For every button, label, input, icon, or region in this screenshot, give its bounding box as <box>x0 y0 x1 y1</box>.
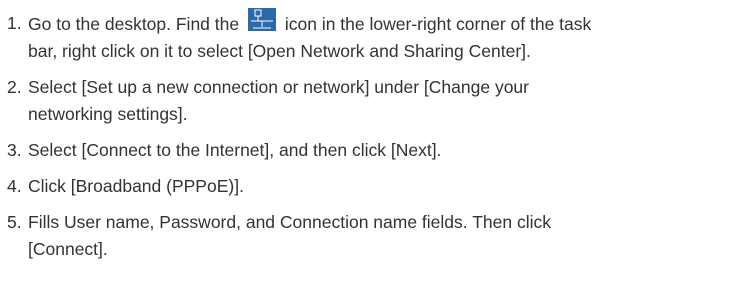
step-number: 5. <box>7 212 22 232</box>
step-2: 2. Select [Set up a new connection or ne… <box>0 74 731 128</box>
step-number: 3. <box>7 140 22 160</box>
step-line: networking settings]. <box>28 104 188 124</box>
step-1: 1. Go to the desktop. Find the icon in t… <box>0 0 731 65</box>
step-line: Select [Connect to the Internet], and th… <box>28 140 442 160</box>
instruction-steps: 1. Go to the desktop. Find the icon in t… <box>0 0 731 263</box>
step-number: 1. <box>7 13 22 33</box>
step-text: icon in the lower-right corner of the ta… <box>284 14 592 34</box>
step-line: Fills User name, Password, and Connectio… <box>28 212 551 232</box>
step-5: 5. Fills User name, Password, and Connec… <box>0 209 731 263</box>
step-3: 3. Select [Connect to the Internet], and… <box>0 137 731 164</box>
step-number: 4. <box>7 176 22 196</box>
step-line: bar, right click on it to select [Open N… <box>28 41 531 61</box>
step-4: 4. Click [Broadband (PPPoE)]. <box>0 173 731 200</box>
step-line: Select [Set up a new connection or netwo… <box>28 77 529 97</box>
network-icon <box>247 8 276 31</box>
step-number: 2. <box>7 77 22 97</box>
step-text: Go to the desktop. Find the <box>28 14 240 34</box>
step-line: [Connect]. <box>28 239 108 259</box>
step-line: Click [Broadband (PPPoE)]. <box>28 176 244 196</box>
step-line: Go to the desktop. Find the icon in the … <box>28 8 731 38</box>
